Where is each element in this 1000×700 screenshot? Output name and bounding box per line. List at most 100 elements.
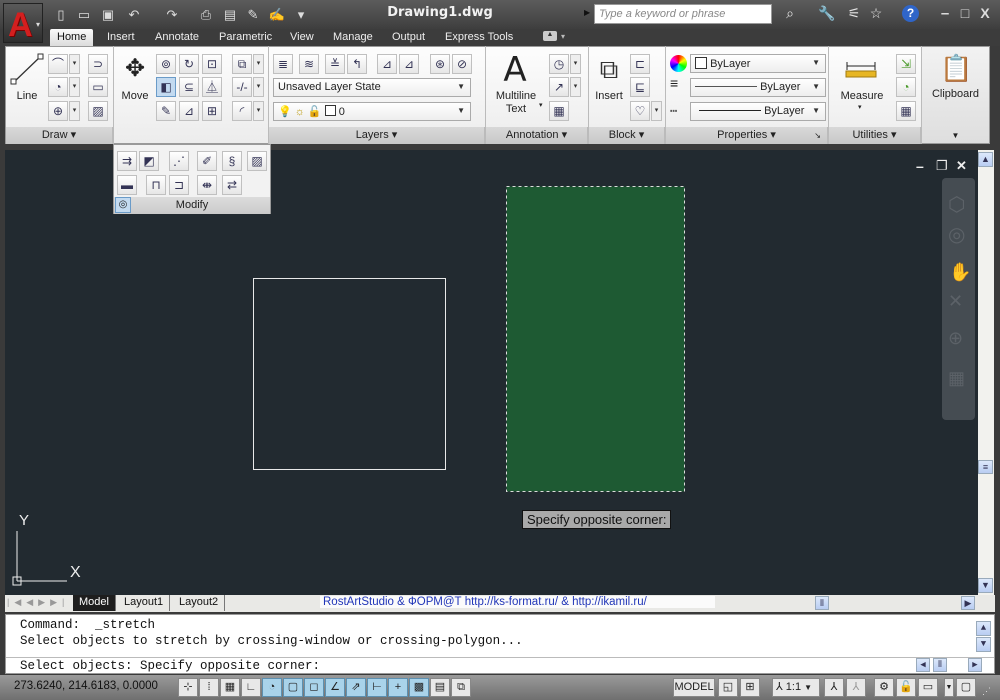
grid-toggle[interactable]: ▦: [220, 678, 240, 697]
make-current-button[interactable]: ≋: [299, 54, 319, 74]
resize-grip-icon[interactable]: ⋰: [982, 686, 991, 697]
quick-view-layouts-button[interactable]: ◱: [718, 678, 738, 697]
match-icon[interactable]: ✎: [244, 6, 262, 23]
satellite-button[interactable]: ⚟: [844, 5, 864, 22]
ribbon-minimize-icon[interactable]: ▲: [543, 31, 557, 41]
tab-view[interactable]: View: [283, 29, 321, 46]
isolate-objects-button[interactable]: ▭: [918, 678, 938, 697]
reverse-button[interactable]: ⇄: [222, 175, 242, 195]
help-button[interactable]: ?: [902, 5, 919, 22]
join-spline-button[interactable]: §: [222, 151, 242, 171]
open-icon[interactable]: ▭: [75, 6, 93, 23]
layout-tab-model[interactable]: Model: [73, 595, 116, 611]
new-icon[interactable]: ▯: [52, 6, 70, 23]
3d-move-button[interactable]: ⊿: [179, 101, 199, 121]
selection-cycling-toggle[interactable]: ⧉: [451, 678, 471, 697]
insert-block-icon[interactable]: ⧉: [593, 54, 625, 90]
viewcube-icon[interactable]: ▦: [948, 368, 965, 389]
edit-block-button[interactable]: ⊑: [630, 77, 650, 97]
workspace-switching-button[interactable]: ⚙: [874, 678, 894, 697]
isolate-layer-button[interactable]: ⊿: [377, 54, 397, 74]
freeze-layer-button[interactable]: ⊛: [430, 54, 450, 74]
layer-state-dropdown[interactable]: Unsaved Layer State ▼: [273, 78, 471, 97]
orbit-icon[interactable]: ⊕: [948, 328, 963, 349]
tab-parametric[interactable]: Parametric: [212, 29, 279, 46]
command-window[interactable]: Command: _stretch Select objects to stre…: [5, 614, 995, 674]
attribute-button[interactable]: ♡: [630, 101, 650, 121]
erase-button[interactable]: ✐: [197, 151, 217, 171]
layers-panel-title[interactable]: Layers ▾: [269, 127, 485, 144]
window-minimize-button[interactable]: –: [935, 5, 955, 22]
tab-manage[interactable]: Manage: [326, 29, 380, 46]
drawing-svg[interactable]: [5, 150, 978, 595]
auto-scale-button[interactable]: ⅄: [846, 678, 866, 697]
command-scroll-up[interactable]: ▲: [976, 621, 991, 636]
fillet-pencil-button[interactable]: ✎: [156, 101, 176, 121]
properties-panel-title[interactable]: Properties ▾ ↘: [666, 127, 828, 144]
circle-button[interactable]: ◔: [48, 77, 68, 97]
chevron-down-icon[interactable]: ▾: [858, 103, 862, 111]
explode-button[interactable]: -/-: [232, 77, 252, 97]
snap-toggle[interactable]: ⁞: [199, 678, 219, 697]
quick-properties-toggle[interactable]: ▤: [430, 678, 450, 697]
ortho-toggle[interactable]: ∟: [241, 678, 261, 697]
circle-dropdown[interactable]: ▾: [69, 77, 80, 97]
linetype-dropdown[interactable]: ByLayer ▼: [690, 102, 826, 121]
tab-annotate[interactable]: Annotate: [148, 29, 206, 46]
toolbar-lock-button[interactable]: 🔓: [896, 678, 916, 697]
array-button[interactable]: ⊞: [202, 101, 222, 121]
rotate-button[interactable]: ↻: [179, 54, 199, 74]
pan-hand-icon[interactable]: ✋: [949, 262, 971, 283]
multiline-text-icon[interactable]: A: [495, 50, 535, 90]
insert-button[interactable]: Insert: [590, 90, 628, 102]
otrack-toggle[interactable]: ∠: [325, 678, 345, 697]
leader-dropdown[interactable]: ▾: [570, 77, 581, 97]
hatch-button[interactable]: ▨: [88, 101, 108, 121]
scroll-right-button[interactable]: ▶: [961, 596, 975, 610]
binoculars-button[interactable]: ⌕: [780, 5, 800, 22]
lineweight-toggle[interactable]: +: [388, 678, 408, 697]
draw-panel-title[interactable]: Draw ▾: [6, 127, 113, 144]
command-scroll-down[interactable]: ▼: [976, 637, 991, 652]
status-menu-button[interactable]: ▼: [944, 678, 954, 697]
layout-tab-layout2[interactable]: Layout2: [173, 595, 226, 611]
plot-icon[interactable]: ⎙: [197, 6, 215, 23]
wrench-button[interactable]: 🔧: [817, 5, 837, 22]
mirror-button[interactable]: ⏅: [202, 77, 222, 97]
scroll-down-button[interactable]: ▼: [978, 578, 993, 593]
copy-button[interactable]: ⊚: [156, 54, 176, 74]
annotation-scale-dropdown[interactable]: ⅄ 1:1 ▼: [772, 678, 820, 697]
unisolate-layer-button[interactable]: ⊿: [399, 54, 419, 74]
layer-properties-button[interactable]: ≣: [273, 54, 293, 74]
polyline-dropdown[interactable]: ▾: [69, 54, 80, 74]
polar-toggle[interactable]: ◔: [262, 678, 282, 697]
star-button[interactable]: ☆: [866, 5, 886, 22]
join-button[interactable]: ⇼: [197, 175, 217, 195]
trim-button[interactable]: ⊡: [202, 54, 222, 74]
previous-layer-button[interactable]: ↰: [347, 54, 367, 74]
osnap-toggle[interactable]: ▢: [283, 678, 303, 697]
undo-icon[interactable]: ↶: [125, 6, 143, 23]
ellipse-dropdown[interactable]: ▾: [69, 101, 80, 121]
array-dd-button[interactable]: ⧉: [232, 54, 252, 74]
scroll-thumb[interactable]: ≡: [978, 460, 993, 474]
chevron-down-icon[interactable]: ▾: [539, 101, 543, 109]
lengthen-button[interactable]: ⋰: [169, 151, 189, 171]
scroll-up-button[interactable]: ▲: [978, 152, 993, 167]
transparency-toggle[interactable]: ▩: [409, 678, 429, 697]
command-scroll-right[interactable]: ▶: [968, 658, 982, 672]
measure-button[interactable]: Measure: [838, 90, 886, 102]
spline-button[interactable]: ⊃: [88, 54, 108, 74]
table-button[interactable]: ▦: [549, 101, 569, 121]
move-button[interactable]: ✥: [118, 54, 152, 90]
rectangle-button[interactable]: ▭: [88, 77, 108, 97]
hscroll-thumb[interactable]: ⦀: [815, 596, 829, 610]
customize-icon[interactable]: ▾: [292, 6, 310, 23]
ellipse-button[interactable]: ⊕: [48, 101, 68, 121]
command-input[interactable]: Select objects: Specify opposite corner:: [20, 659, 320, 673]
window-maximize-button[interactable]: □: [955, 5, 975, 21]
edit-polyline-button[interactable]: ⇉: [117, 151, 137, 171]
quick-select-button[interactable]: ⇲: [896, 54, 916, 74]
color-wheel-icon[interactable]: [670, 55, 687, 72]
drawing-canvas[interactable]: Y X – ❐ ✕ ⬡ ◎ ✋ ✕ ⊕ ▦ Specify opposite c…: [5, 150, 978, 595]
